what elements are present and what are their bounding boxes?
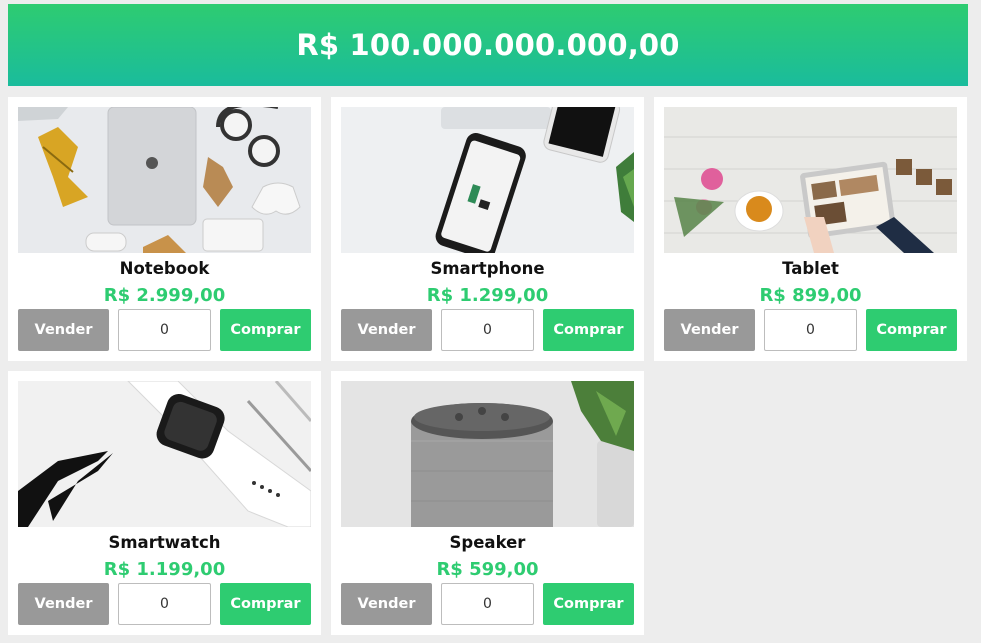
product-name: Speaker (449, 533, 526, 552)
product-price: R$ 2.999,00 (103, 285, 226, 306)
sell-button[interactable]: Vender (341, 583, 432, 625)
product-name: Smartwatch (108, 533, 221, 552)
product-actions: Vender Comprar (341, 309, 634, 351)
tablet-photo-icon (664, 107, 957, 253)
product-price: R$ 599,00 (436, 559, 539, 580)
notebook-photo-icon (18, 107, 311, 253)
product-card-notebook: Notebook R$ 2.999,00 Vender Comprar (8, 97, 321, 361)
quantity-input[interactable] (441, 309, 534, 351)
product-price: R$ 1.199,00 (103, 559, 226, 580)
product-price: R$ 1.299,00 (426, 285, 549, 306)
product-actions: Vender Comprar (664, 309, 957, 351)
balance-header: R$ 100.000.000.000,00 (8, 4, 968, 86)
product-card-smartphone: Smartphone R$ 1.299,00 Vender Comprar (331, 97, 644, 361)
product-card-speaker: Speaker R$ 599,00 Vender Comprar (331, 371, 644, 635)
product-actions: Vender Comprar (18, 583, 311, 625)
product-name: Smartphone (430, 259, 545, 278)
speaker-photo-icon (341, 381, 634, 527)
product-name: Tablet (782, 259, 839, 278)
product-grid: Notebook R$ 2.999,00 Vender Comprar (8, 97, 968, 635)
sell-button[interactable]: Vender (18, 309, 109, 351)
product-name: Notebook (119, 259, 210, 278)
buy-button[interactable]: Comprar (866, 309, 957, 351)
sell-button[interactable]: Vender (664, 309, 755, 351)
balance-amount: R$ 100.000.000.000,00 (296, 28, 680, 62)
sell-button[interactable]: Vender (341, 309, 432, 351)
smartwatch-photo-icon (18, 381, 311, 527)
quantity-input[interactable] (441, 583, 534, 625)
quantity-input[interactable] (118, 309, 211, 351)
buy-button[interactable]: Comprar (220, 309, 311, 351)
smartphone-photo-icon (341, 107, 634, 253)
product-actions: Vender Comprar (18, 309, 311, 351)
quantity-input[interactable] (764, 309, 857, 351)
product-card-smartwatch: Smartwatch R$ 1.199,00 Vender Comprar (8, 371, 321, 635)
buy-button[interactable]: Comprar (543, 309, 634, 351)
product-actions: Vender Comprar (341, 583, 634, 625)
buy-button[interactable]: Comprar (543, 583, 634, 625)
quantity-input[interactable] (118, 583, 211, 625)
buy-button[interactable]: Comprar (220, 583, 311, 625)
product-price: R$ 899,00 (759, 285, 862, 306)
sell-button[interactable]: Vender (18, 583, 109, 625)
product-card-tablet: Tablet R$ 899,00 Vender Comprar (654, 97, 967, 361)
